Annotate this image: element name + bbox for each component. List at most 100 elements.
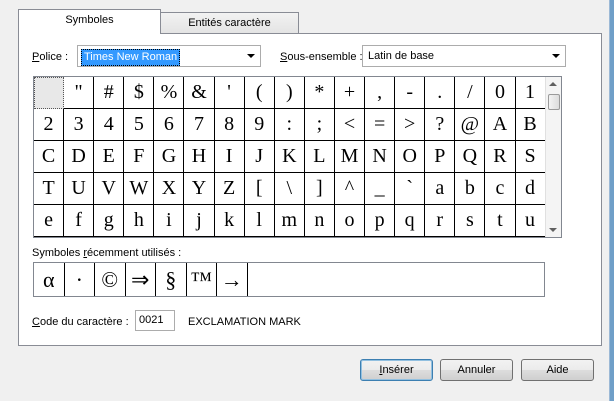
symbol-cell[interactable]: 6 [154,109,185,141]
symbol-cell[interactable]: ^ [334,173,366,205]
symbol-cell[interactable]: " [64,77,95,109]
symbol-cell[interactable]: ! [34,77,65,109]
symbol-cell[interactable]: R [485,141,516,173]
symbol-cell[interactable]: i [154,205,185,237]
recent-symbol-cell[interactable]: α [34,263,65,296]
symbol-cell[interactable]: s [455,205,486,237]
symbol-cell[interactable]: a [425,173,456,205]
symbol-cell[interactable]: P [425,141,456,173]
symbol-cell[interactable]: Y [184,173,215,205]
symbol-cell[interactable]: ? [425,109,456,141]
symbol-cell[interactable]: * [304,77,335,109]
symbol-cell[interactable]: X [154,173,185,205]
symbol-cell[interactable]: . [425,77,456,109]
symbol-cell[interactable]: I [214,141,245,173]
symbol-cell[interactable]: 5 [124,109,155,141]
symbol-cell[interactable]: C [34,141,65,173]
scroll-up-icon[interactable] [549,82,557,86]
symbol-cell[interactable]: M [334,141,366,173]
tab-symbols[interactable]: Symboles [18,9,161,34]
symbol-cell[interactable]: ( [244,77,275,109]
symbol-cell[interactable]: = [365,109,396,141]
symbol-cell[interactable]: % [154,77,185,109]
symbol-cell[interactable]: W [124,173,155,205]
recent-symbol-cell[interactable]: ⇒ [126,263,156,296]
symbol-cell[interactable]: m [274,205,305,237]
font-select[interactable]: Times New Roman [77,45,261,67]
symbol-cell[interactable]: 3 [64,109,95,141]
symbol-cell[interactable]: : [274,109,305,141]
symbol-cell[interactable]: A [485,109,516,141]
symbol-cell[interactable]: K [274,141,305,173]
symbol-cell[interactable]: 0 [485,77,516,109]
symbol-cell[interactable]: B [515,109,546,141]
symbol-cell[interactable]: u [515,205,546,237]
recent-symbol-cell[interactable]: § [156,263,187,296]
symbol-cell[interactable]: h [124,205,155,237]
chevron-down-icon[interactable] [552,54,560,58]
symbol-cell[interactable]: < [334,109,366,141]
symbol-cell[interactable]: 7 [184,109,215,141]
recent-symbol-cell[interactable]: ™ [187,263,217,296]
symbol-cell[interactable]: / [455,77,486,109]
symbol-cell[interactable]: _ [365,173,396,205]
symbol-cell[interactable]: k [214,205,245,237]
symbol-cell[interactable]: ] [304,173,335,205]
symbol-cell[interactable]: $ [124,77,155,109]
character-code-input[interactable]: 0021 [135,310,175,331]
symbol-cell[interactable]: g [94,205,125,237]
symbol-cell[interactable]: U [64,173,95,205]
symbol-cell[interactable]: T [34,173,65,205]
symbol-cell[interactable]: - [395,77,426,109]
symbol-cell[interactable]: q [395,205,426,237]
symbol-cell[interactable]: 2 [34,109,65,141]
symbol-cell[interactable]: [ [244,173,275,205]
help-button[interactable]: Aide [521,359,594,381]
symbol-cell[interactable]: # [94,77,125,109]
symbol-cell[interactable]: ' [214,77,245,109]
symbol-cell[interactable]: r [425,205,456,237]
insert-button[interactable]: Insérer [360,359,433,381]
symbol-cell[interactable]: D [64,141,95,173]
symbol-cell[interactable]: V [94,173,125,205]
symbol-grid-scrollbar[interactable] [545,77,561,237]
symbol-cell[interactable]: > [395,109,426,141]
symbol-cell[interactable]: b [455,173,486,205]
symbol-cell[interactable]: j [184,205,215,237]
chevron-down-icon[interactable] [247,54,255,58]
symbol-cell[interactable]: L [304,141,335,173]
tab-character-entities[interactable]: Entités caractère [160,12,299,34]
symbol-cell[interactable]: + [334,77,366,109]
symbol-cell[interactable]: c [485,173,516,205]
symbol-cell[interactable]: H [184,141,215,173]
symbol-cell[interactable]: G [154,141,185,173]
subset-select[interactable]: Latin de base [362,45,566,67]
recent-symbol-cell[interactable]: → [217,263,248,296]
symbol-cell[interactable]: ; [304,109,335,141]
symbol-cell[interactable]: F [124,141,155,173]
symbol-cell[interactable]: 8 [214,109,245,141]
symbol-cell[interactable]: l [244,205,275,237]
scroll-thumb[interactable] [548,94,560,110]
symbol-cell[interactable]: S [515,141,546,173]
symbol-cell[interactable]: ) [274,77,305,109]
recent-symbol-cell[interactable]: © [95,263,126,296]
symbol-cell[interactable]: 1 [515,77,546,109]
recent-symbols[interactable]: α · © ⇒ § ™ → [33,262,545,297]
symbol-cell[interactable]: d [515,173,546,205]
symbol-cell[interactable]: , [365,77,396,109]
symbol-cell[interactable]: o [334,205,366,237]
symbol-cell[interactable]: n [304,205,335,237]
symbol-cell[interactable]: O [395,141,426,173]
symbol-cell[interactable]: J [244,141,275,173]
symbol-cell[interactable]: N [365,141,396,173]
symbol-cell[interactable]: \ [274,173,305,205]
symbol-cell[interactable]: & [184,77,215,109]
symbol-cell[interactable]: ` [395,173,426,205]
symbol-grid[interactable]: ! " # $% & '() * +, -./0 1 2 3 4 5 6 7 8 9:; < = >? @ A B C D E F G H… [33,76,562,238]
symbol-cell[interactable]: E [94,141,125,173]
symbol-cell[interactable]: t [485,205,516,237]
cancel-button[interactable]: Annuler [440,359,513,381]
symbol-cell[interactable]: Q [455,141,486,173]
symbol-cell[interactable]: f [64,205,95,237]
